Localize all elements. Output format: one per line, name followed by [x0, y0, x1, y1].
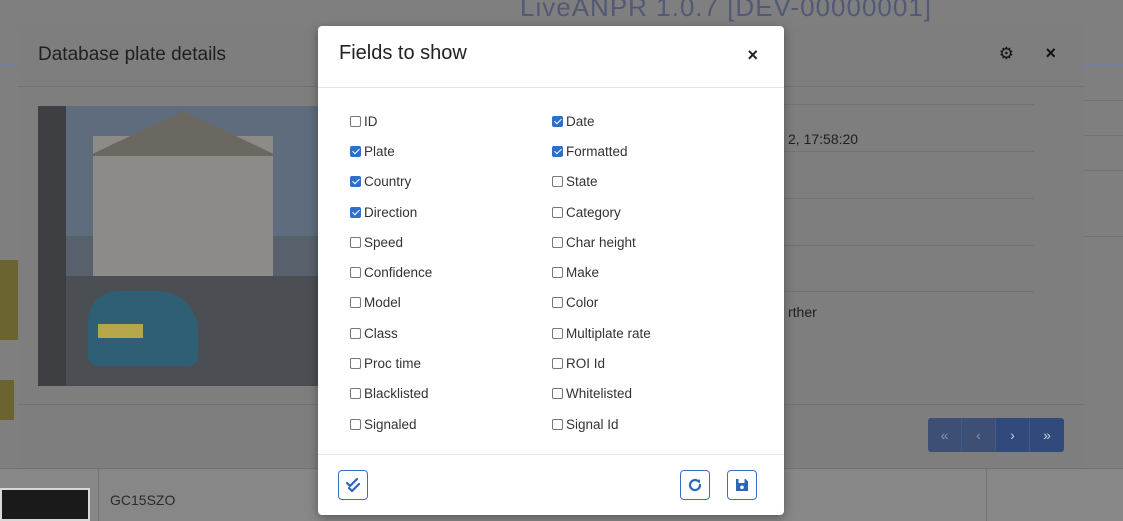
- field-option-label: ID: [364, 113, 378, 129]
- dialog-header: Fields to show ×: [318, 26, 784, 88]
- dialog-body: ID Plate Country Direction Speed Confidence Mo…: [318, 88, 784, 455]
- plate-thumbnail: [0, 488, 90, 521]
- save-icon: [736, 479, 748, 491]
- checkbox[interactable]: [552, 267, 563, 279]
- field-option-signal-id[interactable]: Signal Id: [552, 409, 651, 439]
- field-option-label: Category: [566, 204, 621, 220]
- field-option-blacklisted[interactable]: Blacklisted: [350, 379, 432, 409]
- dialog-footer: [318, 456, 784, 515]
- checkbox[interactable]: [350, 206, 361, 218]
- field-option-label: Signaled: [364, 416, 417, 432]
- checkbox[interactable]: [350, 145, 361, 157]
- refresh-icon: [688, 478, 702, 492]
- checkbox[interactable]: [552, 327, 563, 339]
- field-option-char-height[interactable]: Char height: [552, 227, 651, 257]
- checkbox[interactable]: [552, 176, 563, 188]
- field-option-formatted[interactable]: Formatted: [552, 136, 651, 166]
- field-option-label: Formatted: [566, 143, 628, 159]
- next-page-button[interactable]: ›: [996, 418, 1030, 452]
- save-button[interactable]: [727, 470, 757, 500]
- checkbox[interactable]: [350, 176, 361, 188]
- detail-text-value: rther: [788, 304, 817, 320]
- checkbox[interactable]: [552, 236, 563, 248]
- first-page-button[interactable]: «: [928, 418, 962, 452]
- field-option-confidence[interactable]: Confidence: [350, 257, 432, 287]
- field-option-proc-time[interactable]: Proc time: [350, 348, 432, 378]
- checkbox[interactable]: [552, 358, 563, 370]
- field-option-label: Model: [364, 295, 401, 311]
- close-icon[interactable]: ×: [747, 46, 758, 64]
- field-option-model[interactable]: Model: [350, 288, 432, 318]
- field-option-color[interactable]: Color: [552, 288, 651, 318]
- plate-details-title: Database plate details: [38, 44, 227, 65]
- field-option-country[interactable]: Country: [350, 167, 432, 197]
- checkbox[interactable]: [350, 327, 361, 339]
- vehicle-photo: [38, 106, 338, 386]
- field-option-state[interactable]: State: [552, 167, 651, 197]
- fields-to-show-dialog: Fields to show × ID Plate Country Direction…: [318, 26, 784, 515]
- checkbox[interactable]: [552, 297, 563, 309]
- checkbox[interactable]: [350, 297, 361, 309]
- checkbox[interactable]: [552, 206, 563, 218]
- table-column-divider: [98, 468, 99, 521]
- field-option-label: Multiplate rate: [566, 325, 651, 341]
- checkbox[interactable]: [350, 418, 361, 430]
- reset-button[interactable]: [680, 470, 710, 500]
- background-sign: [0, 380, 14, 420]
- checkbox[interactable]: [350, 115, 361, 127]
- field-option-id[interactable]: ID: [350, 106, 432, 136]
- field-option-plate[interactable]: Plate: [350, 136, 432, 166]
- checkbox[interactable]: [350, 388, 361, 400]
- fields-column-right: Date Formatted State Category Char height Mak…: [552, 106, 651, 439]
- checkbox[interactable]: [350, 267, 361, 279]
- checkbox[interactable]: [552, 388, 563, 400]
- background-sign: [0, 260, 18, 340]
- field-option-label: Blacklisted: [364, 386, 429, 402]
- field-option-roi-id[interactable]: ROI Id: [552, 348, 651, 378]
- field-option-label: Direction: [364, 204, 418, 220]
- field-option-multiplate-rate[interactable]: Multiplate rate: [552, 318, 651, 348]
- last-page-button[interactable]: »: [1030, 418, 1064, 452]
- checkbox[interactable]: [552, 115, 563, 127]
- checkbox[interactable]: [552, 145, 563, 157]
- gear-icon[interactable]: ⚙: [999, 44, 1014, 64]
- checkbox[interactable]: [350, 236, 361, 248]
- checkbox[interactable]: [350, 358, 361, 370]
- field-option-label: Whitelisted: [566, 386, 633, 402]
- previous-page-button[interactable]: ‹: [962, 418, 996, 452]
- field-option-label: State: [566, 174, 598, 190]
- field-option-class[interactable]: Class: [350, 318, 432, 348]
- dialog-title: Fields to show: [339, 42, 467, 64]
- field-option-label: Proc time: [364, 356, 422, 372]
- field-option-label: Confidence: [364, 265, 433, 281]
- field-option-make[interactable]: Make: [552, 257, 651, 287]
- double-check-icon: [345, 477, 361, 493]
- table-cell-plate: GC15SZO: [110, 492, 176, 508]
- field-option-label: Color: [566, 295, 599, 311]
- detail-date-value: 2, 17:58:20: [788, 131, 859, 147]
- fields-column-left: ID Plate Country Direction Speed Confidence Mo…: [350, 106, 432, 439]
- field-option-label: Plate: [364, 143, 395, 159]
- close-icon[interactable]: ×: [1045, 43, 1056, 64]
- field-option-label: Class: [364, 325, 398, 341]
- field-option-category[interactable]: Category: [552, 197, 651, 227]
- field-option-direction[interactable]: Direction: [350, 197, 432, 227]
- field-option-label: Make: [566, 265, 600, 281]
- checkbox[interactable]: [552, 418, 563, 430]
- app-header-title: LiveANPR 1.0.7 [DEV-00000001]: [520, 0, 933, 22]
- field-option-label: ROI Id: [566, 356, 606, 372]
- select-all-button[interactable]: [338, 470, 368, 500]
- field-option-whitelisted[interactable]: Whitelisted: [552, 379, 651, 409]
- pagination: « ‹ › »: [928, 418, 1064, 452]
- field-option-date[interactable]: Date: [552, 106, 651, 136]
- field-option-label: Date: [566, 113, 595, 129]
- field-option-speed[interactable]: Speed: [350, 227, 432, 257]
- field-option-signaled[interactable]: Signaled: [350, 409, 432, 439]
- table-column-divider: [986, 468, 987, 521]
- field-option-label: Signal Id: [566, 416, 619, 432]
- field-option-label: Speed: [364, 234, 404, 250]
- field-option-label: Country: [364, 174, 412, 190]
- field-option-label: Char height: [566, 234, 636, 250]
